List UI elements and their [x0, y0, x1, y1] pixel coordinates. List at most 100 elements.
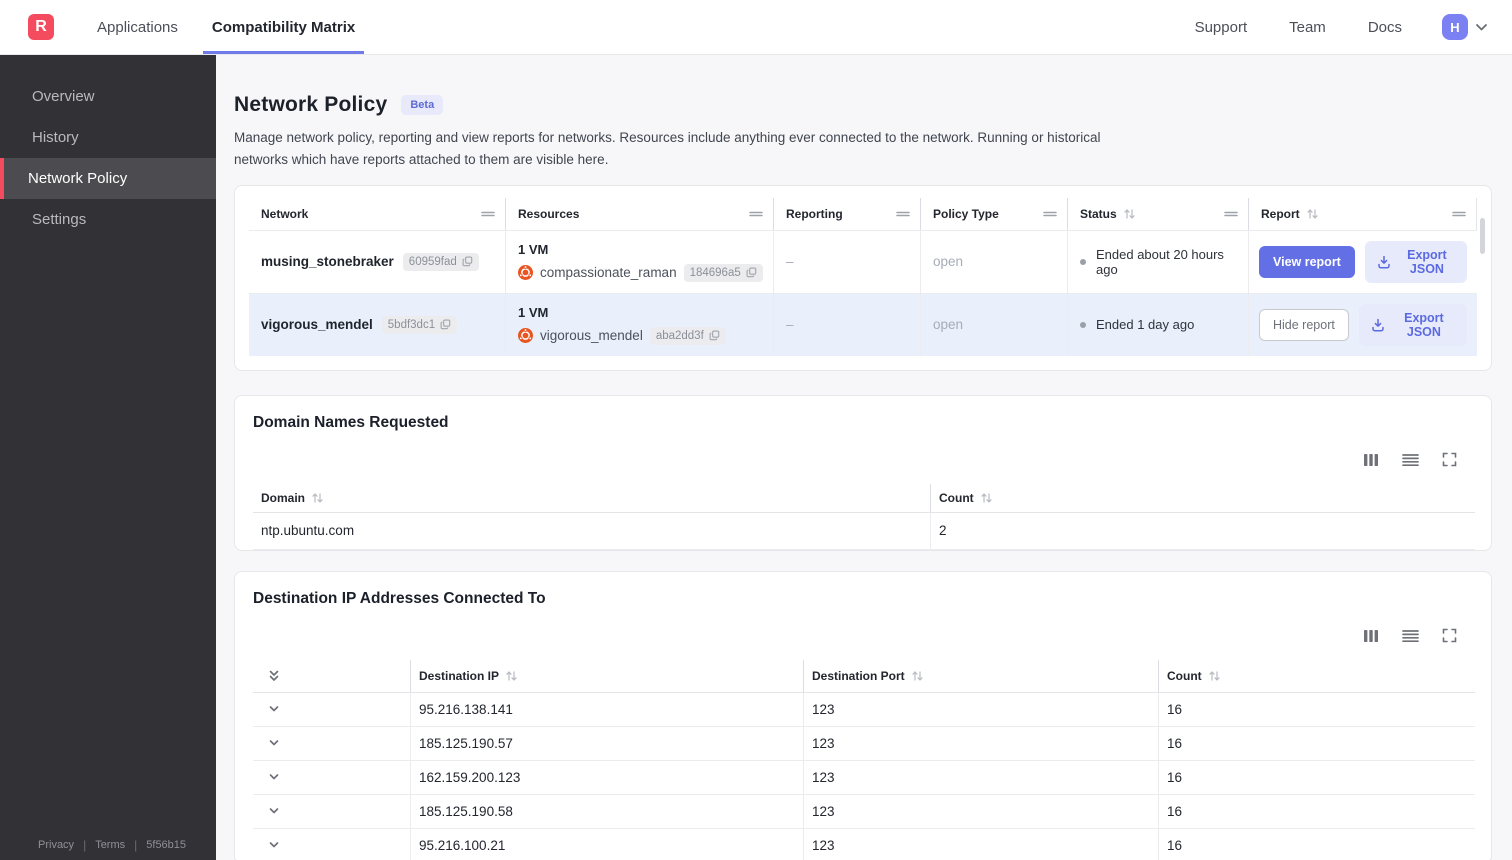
destination-count-value: 16 — [1167, 837, 1183, 853]
column-header-domain[interactable]: Domain — [253, 483, 931, 512]
terms-link[interactable]: Terms — [95, 839, 125, 851]
column-header-count[interactable]: Count — [931, 484, 1475, 512]
chevron-down-icon[interactable] — [267, 838, 281, 852]
drag-handle-icon[interactable] — [1043, 210, 1057, 218]
destination-row[interactable]: 185.125.190.57 123 16 — [253, 726, 1475, 761]
export-json-button[interactable]: Export JSON — [1364, 240, 1467, 283]
drag-handle-icon[interactable] — [896, 210, 910, 218]
sidebar-item-history[interactable]: History — [0, 117, 216, 158]
destination-ip-value: 95.216.138.141 — [411, 692, 804, 726]
drag-handle-icon[interactable] — [481, 210, 495, 218]
ubuntu-logo-icon — [518, 328, 533, 344]
page-title: Network Policy — [234, 93, 388, 116]
footer-divider: | — [134, 838, 138, 852]
copy-icon[interactable] — [462, 256, 473, 267]
network-name: musing_stonebraker — [261, 254, 394, 270]
double-chevron-down-icon[interactable] — [267, 669, 281, 683]
chevron-down-icon[interactable] — [267, 702, 281, 716]
report-toggle-button[interactable]: Hide report — [1259, 308, 1349, 341]
destination-ip-value: 95.216.100.21 — [411, 828, 804, 860]
sort-arrows-icon[interactable] — [1307, 208, 1318, 220]
destination-card-title: Destination IP Addresses Connected To — [253, 589, 546, 607]
chevron-down-icon[interactable] — [1475, 23, 1488, 32]
support-link[interactable]: Support — [1195, 19, 1248, 36]
ubuntu-logo-icon — [518, 265, 533, 281]
sort-arrows-icon[interactable] — [506, 670, 517, 682]
sort-arrows-icon[interactable] — [312, 492, 323, 504]
domains-table-header: Domain Count — [253, 483, 1475, 513]
privacy-link[interactable]: Privacy — [38, 839, 74, 851]
destinations-table: Destination IP Destination Port Count 95… — [253, 659, 1475, 860]
chevron-down-icon[interactable] — [267, 736, 281, 750]
copy-icon[interactable] — [440, 319, 451, 330]
download-icon — [1371, 318, 1385, 332]
column-header-resources[interactable]: Resources — [506, 197, 774, 230]
column-header-status[interactable]: Status — [1068, 197, 1249, 230]
sidebar-item-settings[interactable]: Settings — [0, 199, 216, 240]
beta-badge: Beta — [401, 95, 444, 115]
policy-type-value: open — [921, 230, 1068, 293]
fullscreen-icon[interactable] — [1442, 452, 1457, 467]
sort-arrows-icon[interactable] — [981, 492, 992, 504]
sort-arrows-icon[interactable] — [912, 670, 923, 682]
column-header-destination-port[interactable]: Destination Port — [804, 659, 1159, 692]
domain-row[interactable]: ntp.ubuntu.com 2 — [253, 512, 1475, 550]
team-link[interactable]: Team — [1289, 19, 1326, 36]
docs-link[interactable]: Docs — [1368, 19, 1402, 36]
sidebar-footer: Privacy | Terms | 5f56b15 — [0, 838, 216, 852]
domain-card-toolbar — [253, 452, 1475, 468]
sidebar: Overview History Network Policy Settings… — [0, 55, 216, 860]
chevron-down-icon[interactable] — [267, 804, 281, 818]
sort-arrows-icon[interactable] — [1124, 208, 1135, 220]
drag-handle-icon[interactable] — [1224, 210, 1238, 218]
domain-names-card: Domain Names Requested Domain Count ntp.… — [234, 394, 1492, 551]
networks-table-card: Network Resources Reporting Policy Type — [234, 184, 1492, 371]
drag-handle-icon[interactable] — [749, 210, 763, 218]
table-scrollbar[interactable] — [1480, 217, 1485, 254]
export-json-button[interactable]: Export JSON — [1358, 303, 1467, 346]
sidebar-item-overview[interactable]: Overview — [0, 76, 216, 117]
column-header-destination-ip[interactable]: Destination IP — [411, 659, 804, 692]
reporting-value: – — [774, 293, 921, 356]
app-logo[interactable]: R — [28, 14, 54, 40]
column-header-network[interactable]: Network — [249, 197, 506, 230]
avatar[interactable]: H — [1442, 14, 1468, 40]
copy-icon[interactable] — [746, 267, 757, 278]
destination-port-value: 123 — [804, 828, 1159, 860]
columns-toggle-icon[interactable] — [1363, 629, 1379, 643]
report-toggle-button[interactable]: View report — [1259, 245, 1355, 278]
destination-row[interactable]: 162.159.200.123 123 16 — [253, 760, 1475, 795]
destination-row[interactable]: 95.216.100.21 123 16 — [253, 828, 1475, 860]
status-text: Ended about 20 hours ago — [1096, 246, 1224, 277]
destination-ip-value: 185.125.190.58 — [411, 794, 804, 828]
resource-id: 184696a5 — [689, 266, 741, 279]
drag-handle-icon[interactable] — [1452, 210, 1466, 218]
destination-port-value: 123 — [804, 726, 1159, 760]
destination-row[interactable]: 95.216.138.141 123 16 — [253, 692, 1475, 727]
footer-divider: | — [83, 838, 87, 852]
top-navigation-bar: R Applications Compatibility Matrix Supp… — [0, 0, 1512, 55]
tab-applications[interactable]: Applications — [88, 0, 187, 54]
status-dot-icon — [1080, 321, 1086, 328]
destination-port-value: 123 — [804, 760, 1159, 794]
row-density-icon[interactable] — [1402, 453, 1419, 467]
status-dot-icon — [1080, 258, 1086, 265]
network-id: 60959fad — [408, 255, 457, 268]
column-header-policy-type[interactable]: Policy Type — [921, 197, 1068, 230]
network-row[interactable]: vigorous_mendel 5bdf3dc1 1 VM vigorous_m… — [249, 292, 1477, 356]
row-density-icon[interactable] — [1402, 629, 1419, 643]
tab-compatibility-matrix[interactable]: Compatibility Matrix — [202, 0, 365, 54]
column-header-reporting[interactable]: Reporting — [774, 197, 921, 230]
column-header-report[interactable]: Report — [1249, 197, 1477, 230]
columns-toggle-icon[interactable] — [1363, 453, 1379, 467]
column-header-count[interactable]: Count — [1159, 660, 1475, 692]
main-content: Network Policy Beta Manage network polic… — [216, 55, 1512, 860]
top-right-links: Support Team Docs H — [1153, 0, 1512, 54]
network-row[interactable]: musing_stonebraker 60959fad 1 VM compass… — [249, 229, 1477, 293]
fullscreen-icon[interactable] — [1442, 628, 1457, 643]
sort-arrows-icon[interactable] — [1209, 670, 1220, 682]
chevron-down-icon[interactable] — [267, 770, 281, 784]
destination-row[interactable]: 185.125.190.58 123 16 — [253, 794, 1475, 829]
copy-icon[interactable] — [709, 330, 720, 341]
sidebar-item-network-policy[interactable]: Network Policy — [0, 158, 216, 199]
